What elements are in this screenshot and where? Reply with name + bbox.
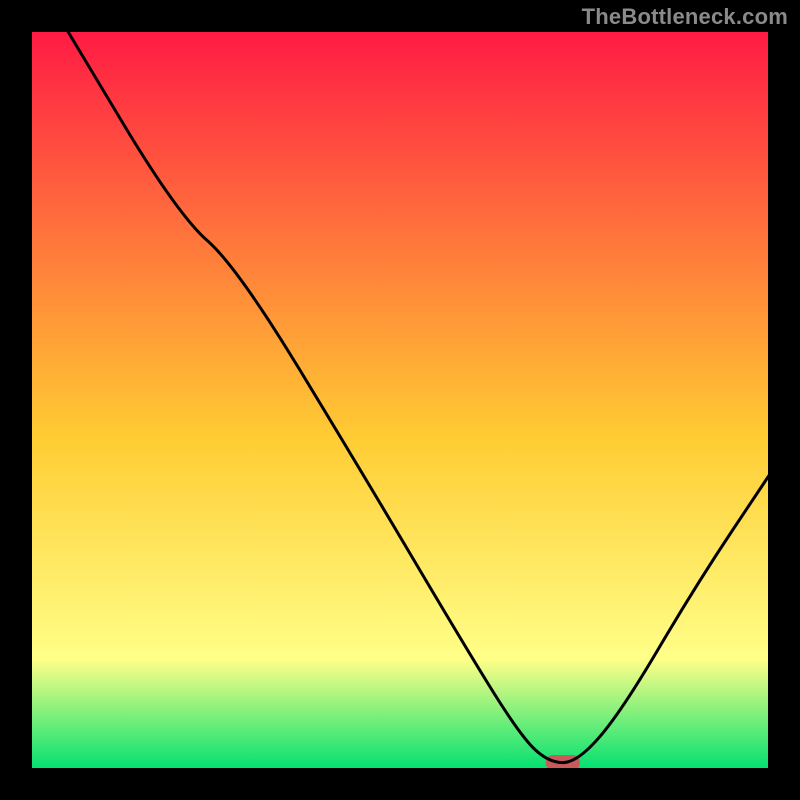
gradient-background [30,30,770,770]
plot-area [30,30,770,770]
watermark-label: TheBottleneck.com [582,4,788,30]
bottleneck-chart: TheBottleneck.com [0,0,800,800]
chart-svg [0,0,800,800]
